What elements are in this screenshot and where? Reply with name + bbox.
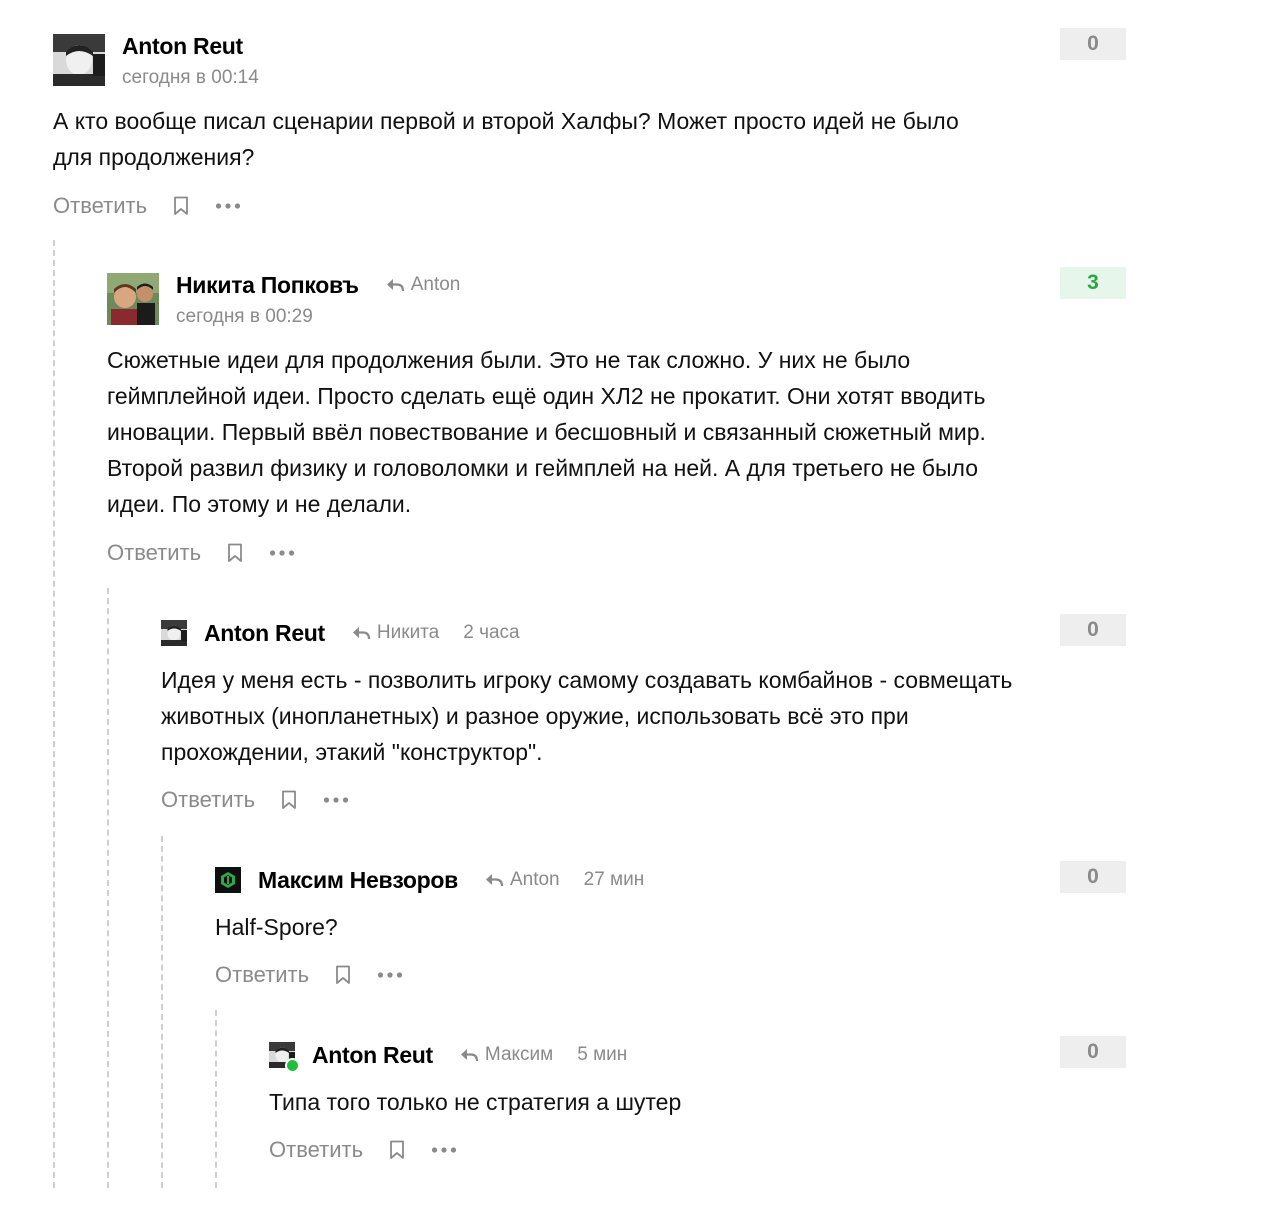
more-icon[interactable] [323, 796, 349, 804]
comment-text: Half-Spore? [215, 914, 338, 940]
thread-line-level-1 [53, 240, 55, 1188]
reply-to-name: Anton [410, 274, 461, 295]
bookmark-icon[interactable] [227, 543, 243, 563]
reply-arrow-icon [485, 874, 504, 887]
author-name[interactable]: Anton Reut [312, 1042, 433, 1069]
bookmark-icon[interactable] [281, 790, 297, 810]
author-name[interactable]: Anton Reut [122, 33, 243, 60]
avatar[interactable] [215, 867, 241, 893]
vote-score[interactable]: 0 [1060, 1036, 1126, 1068]
author-name[interactable]: Максим Невзоров [258, 867, 458, 894]
reply-to-name: Никита [376, 622, 440, 643]
bookmark-icon[interactable] [335, 965, 351, 985]
thread-line-level-3 [161, 836, 163, 1188]
reply-to-link[interactable]: Anton [484, 869, 560, 891]
vote-score[interactable]: 0 [1060, 614, 1126, 646]
reply-to-link[interactable]: Anton [385, 274, 461, 296]
comment-text: Идея у меня есть - позволить игроку само… [161, 667, 1013, 765]
reply-to-link[interactable]: Максим [459, 1044, 553, 1066]
comment-time[interactable]: 27 мин [584, 869, 645, 891]
more-icon[interactable] [377, 971, 403, 979]
author-name[interactable]: Anton Reut [204, 620, 325, 647]
more-icon[interactable] [431, 1146, 457, 1154]
reply-button[interactable]: Ответить [161, 787, 255, 813]
avatar[interactable] [107, 273, 159, 325]
reply-arrow-icon [386, 279, 404, 292]
more-icon[interactable] [269, 549, 295, 557]
comment-text: Типа того только не стратегия а шутер [269, 1089, 682, 1115]
online-status-indicator [285, 1058, 300, 1073]
reply-to-name: Максим [484, 1044, 554, 1065]
comment-time[interactable]: сегодня в 00:14 [122, 67, 259, 89]
comment-text: А кто вообще писал сценарии первой и вто… [53, 108, 959, 170]
bookmark-icon[interactable] [389, 1140, 405, 1160]
reply-to-link[interactable]: Никита [351, 622, 439, 644]
reply-button[interactable]: Ответить [53, 193, 147, 219]
more-icon[interactable] [215, 202, 241, 210]
reply-arrow-icon [352, 627, 371, 640]
avatar[interactable] [161, 620, 187, 646]
thread-line-level-2 [107, 588, 109, 1188]
reply-button[interactable]: Ответить [107, 540, 201, 566]
vote-score[interactable]: 0 [1060, 861, 1126, 893]
reply-to-name: Anton [509, 869, 560, 890]
vote-score[interactable]: 0 [1060, 28, 1126, 60]
comment-time[interactable]: 5 мин [577, 1044, 627, 1066]
comment-text: Сюжетные идеи для продолжения были. Это … [107, 347, 986, 517]
comment-time[interactable]: 2 часа [463, 622, 519, 644]
bookmark-icon[interactable] [173, 196, 189, 216]
reply-button[interactable]: Ответить [269, 1137, 363, 1163]
thread-line-level-4 [215, 1010, 217, 1188]
reply-arrow-icon [460, 1049, 479, 1062]
comment-time[interactable]: сегодня в 00:29 [176, 306, 313, 328]
avatar[interactable] [53, 34, 105, 86]
reply-button[interactable]: Ответить [215, 962, 309, 988]
author-name[interactable]: Никита Попковъ [176, 272, 359, 299]
vote-score[interactable]: 3 [1060, 267, 1126, 299]
